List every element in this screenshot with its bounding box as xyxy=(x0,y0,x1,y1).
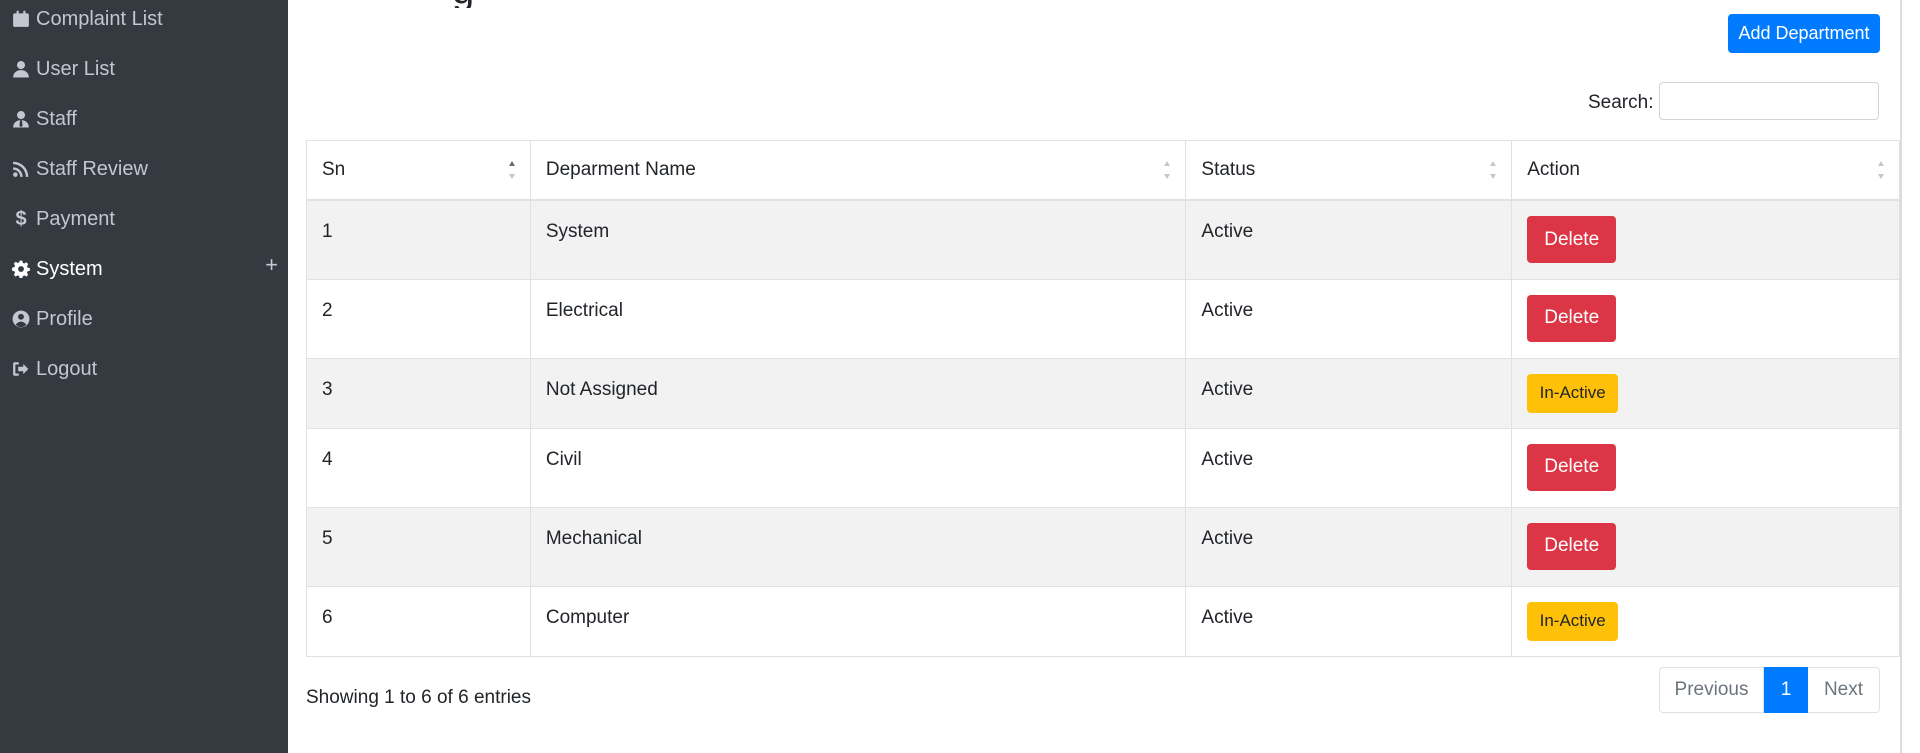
sort-icon xyxy=(1489,161,1497,179)
cell-sn: 5 xyxy=(306,506,531,587)
search-input[interactable] xyxy=(1659,82,1879,120)
sidebar-item-profile[interactable]: Profile xyxy=(10,304,288,334)
gear-icon xyxy=(10,258,32,280)
sidebar-item-label: Complaint List xyxy=(36,7,163,30)
expand-plus-icon[interactable]: + xyxy=(265,252,278,278)
sidebar-item-label: Payment xyxy=(36,207,115,230)
search-label: Search: xyxy=(1588,92,1654,113)
table-row: 5 Mechanical Active Delete xyxy=(306,506,1900,587)
cell-department-name: Mechanical xyxy=(529,506,1187,587)
user-tie-icon xyxy=(10,108,32,130)
page-title: g xyxy=(408,0,478,8)
cell-sn: 1 xyxy=(306,199,531,280)
sidebar-item-system[interactable]: System + xyxy=(10,252,288,284)
table-header-row: Sn Deparment Name Status Action xyxy=(306,140,1900,201)
cell-sn: 2 xyxy=(306,278,531,359)
sidebar-item-label: Logout xyxy=(36,357,98,380)
add-department-button[interactable]: Add Department xyxy=(1728,14,1880,53)
cell-sn: 4 xyxy=(306,427,531,508)
sidebar-item-staff[interactable]: Staff xyxy=(10,104,288,134)
pagination-next[interactable]: Next xyxy=(1808,667,1880,713)
cell-department-name: Not Assigned xyxy=(529,357,1187,429)
sidebar-item-logout[interactable]: Logout xyxy=(10,354,288,384)
rss-icon xyxy=(10,158,32,180)
cell-department-name: System xyxy=(529,199,1187,280)
cell-sn: 6 xyxy=(306,585,531,657)
sign-out-icon xyxy=(10,358,32,380)
cell-status: Active xyxy=(1185,585,1513,657)
sidebar-item-complaint-list[interactable]: Complaint List xyxy=(10,4,288,34)
column-header-sn[interactable]: Sn xyxy=(306,140,531,201)
cell-sn: 3 xyxy=(306,357,531,429)
calendar-icon xyxy=(10,8,32,30)
user-circle-icon xyxy=(10,308,32,330)
scrollbar[interactable] xyxy=(1900,0,1920,753)
inactive-button[interactable]: In-Active xyxy=(1527,601,1619,641)
table-info: Showing 1 to 6 of 6 entries xyxy=(306,687,531,708)
table-row: 2 Electrical Active Delete xyxy=(306,278,1900,359)
cell-action: In-Active xyxy=(1511,585,1900,657)
sort-icon xyxy=(1163,161,1171,179)
column-header-department-name[interactable]: Deparment Name xyxy=(529,140,1187,201)
cell-status: Active xyxy=(1185,427,1513,508)
cell-action: Delete xyxy=(1511,199,1900,280)
sidebar-item-label: Staff Review xyxy=(36,157,148,180)
table-row: 1 System Active Delete xyxy=(306,199,1900,280)
delete-button[interactable]: Delete xyxy=(1527,443,1617,491)
pagination-previous[interactable]: Previous xyxy=(1659,667,1764,713)
column-header-status[interactable]: Status xyxy=(1185,140,1513,201)
delete-button[interactable]: Delete xyxy=(1527,216,1617,263)
pagination-page-1[interactable]: 1 xyxy=(1764,667,1808,713)
dollar-icon: $ xyxy=(15,207,27,230)
cell-department-name: Electrical xyxy=(529,278,1187,359)
column-header-action[interactable]: Action xyxy=(1511,140,1900,201)
sidebar-item-label: Profile xyxy=(36,307,93,330)
cell-status: Active xyxy=(1185,199,1513,280)
sort-icon xyxy=(508,161,516,179)
user-icon xyxy=(10,58,32,80)
table-row: 6 Computer Active In-Active xyxy=(306,585,1900,657)
table-row: 3 Not Assigned Active In-Active xyxy=(306,357,1900,429)
cell-status: Active xyxy=(1185,357,1513,429)
pagination: Previous 1 Next xyxy=(1659,667,1880,713)
cell-action: Delete xyxy=(1511,506,1900,587)
sidebar-item-staff-review[interactable]: Staff Review xyxy=(10,154,288,184)
cell-action: Delete xyxy=(1511,278,1900,359)
cell-action: Delete xyxy=(1511,427,1900,508)
sidebar-item-payment[interactable]: $ Payment xyxy=(10,204,288,234)
departments-table: Sn Deparment Name Status Action 1 System… xyxy=(306,140,1900,657)
sidebar-item-label: Staff xyxy=(36,107,77,130)
cell-action: In-Active xyxy=(1511,357,1900,429)
delete-button[interactable]: Delete xyxy=(1527,294,1617,342)
cell-department-name: Civil xyxy=(529,427,1187,508)
sidebar-item-user-list[interactable]: User List xyxy=(10,54,288,84)
table-row: 4 Civil Active Delete xyxy=(306,427,1900,508)
cell-status: Active xyxy=(1185,278,1513,359)
sort-icon xyxy=(1877,161,1885,179)
sidebar: Complaint List User List Staff Staff Rev… xyxy=(0,0,288,753)
cell-department-name: Computer xyxy=(529,585,1187,657)
cell-status: Active xyxy=(1185,506,1513,587)
inactive-button[interactable]: In-Active xyxy=(1527,373,1619,413)
delete-button[interactable]: Delete xyxy=(1527,522,1617,570)
sidebar-item-label: System xyxy=(36,257,103,280)
sidebar-item-label: User List xyxy=(36,57,115,80)
